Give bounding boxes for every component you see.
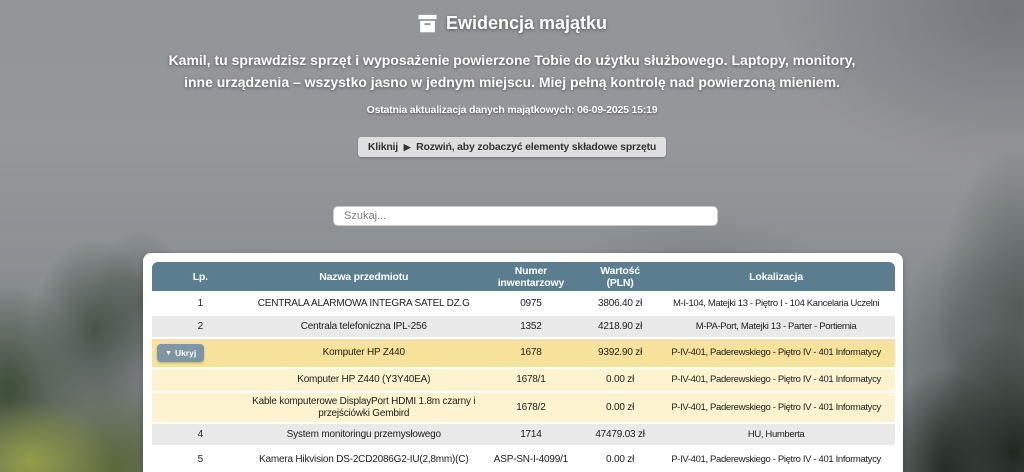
cell-lp: 4 <box>152 427 249 443</box>
page-title-text: Ewidencja majątku <box>446 13 607 34</box>
table-row: 1 CENTRALA ALARMOWA INTEGRA SATEL DZ.G 0… <box>152 293 895 316</box>
cell-value: 4218.90 zł <box>583 319 657 335</box>
cell-name: CENTRALA ALARMOWA INTEGRA SATEL DZ.G <box>249 296 479 312</box>
table-subrow: Kable komputerowe DisplayPort HDMI 1.8m … <box>152 393 895 424</box>
assets-table-card: Lp. Nazwa przedmiotu Numer inwentarzowy … <box>143 253 903 472</box>
intro-text: Kamil, tu sprawdzisz sprzęt i wyposażeni… <box>162 50 862 93</box>
table-row: 2 Centrala telefoniczna IPL-256 1352 421… <box>152 316 895 339</box>
cell-lp <box>152 378 249 382</box>
cell-location: P-IV-401, Paderewskiego - Piętro IV - 40… <box>657 400 895 416</box>
cell-location: P-IV-401, Paderewskiego - Piętro IV - 40… <box>657 345 895 361</box>
cell-location: M-PA-Port, Matejki 13 - Parter - Portier… <box>657 319 895 335</box>
cell-location: P-IV-401, Paderewskiego - Piętro IV - 40… <box>657 452 895 468</box>
table-row: 4 System monitoringu przemysłowego 1714 … <box>152 424 895 447</box>
triangle-down-icon: ▼ <box>165 350 172 357</box>
cell-inventory-number: 1678 <box>479 345 583 361</box>
table-row-expanded: ▼ Ukryj 3 Komputer HP Z440 1678 9392.90 … <box>152 339 895 369</box>
play-icon: ▶ <box>404 142 411 152</box>
cell-lp: 1 <box>152 296 249 312</box>
column-header-name: Nazwa przedmiotu <box>249 269 479 285</box>
hero-section: Ewidencja majątku Kamil, tu sprawdzisz s… <box>0 0 1024 157</box>
collapse-button-label: Ukryj <box>175 348 196 358</box>
cell-name: Komputer HP Z440 <box>249 345 479 361</box>
cell-lp: 2 <box>152 319 249 335</box>
column-header-location: Lokalizacja <box>657 269 895 285</box>
cell-value: 9392.90 zł <box>583 345 657 361</box>
cell-value: 0.00 zł <box>583 372 657 388</box>
cell-lp: ▼ Ukryj 3 <box>152 345 249 361</box>
cell-inventory-number: ASP-SN-I-4099/1 <box>479 452 583 468</box>
cell-name: Komputer HP Z440 (Y3Y40EA) <box>249 372 479 388</box>
cell-name: Kable komputerowe DisplayPort HDMI 1.8m … <box>249 394 479 422</box>
cell-name: Centrala telefoniczna IPL-256 <box>249 319 479 335</box>
cell-name: Kamera Hikvision DS-2CD2086G2-IU(2,8mm)(… <box>249 452 479 468</box>
page-title: Ewidencja majątku <box>0 13 1024 34</box>
cell-value: 0.00 zł <box>583 400 657 416</box>
cell-inventory-number: 1678/1 <box>479 372 583 388</box>
cell-inventory-number: 1352 <box>479 319 583 335</box>
cell-value: 3806.40 zł <box>583 296 657 312</box>
cell-location: P-IV-401, Paderewskiego - Piętro IV - 40… <box>657 372 895 388</box>
cell-value: 47479.03 zł <box>583 427 657 443</box>
last-update-text: Ostatnia aktualizacja danych majątkowych… <box>0 104 1024 116</box>
cell-inventory-number: 1714 <box>479 427 583 443</box>
hint-text: Rozwiń, aby zobaczyć elementy składowe s… <box>416 141 656 153</box>
cell-lp <box>152 406 249 410</box>
table-header-row: Lp. Nazwa przedmiotu Numer inwentarzowy … <box>152 262 895 293</box>
cell-location: M-I-104, Matejki 13 - Piętro I - 104 Kan… <box>657 296 895 312</box>
archive-box-icon <box>417 14 438 33</box>
cell-value: 0.00 zł <box>583 452 657 468</box>
cell-location: HU, Humberta <box>657 427 895 443</box>
collapse-row-button[interactable]: ▼ Ukryj <box>157 344 204 362</box>
cell-inventory-number: 0975 <box>479 296 583 312</box>
table-subrow: Komputer HP Z440 (Y3Y40EA) 1678/1 0.00 z… <box>152 369 895 393</box>
hint-prefix: Kliknij <box>368 141 398 153</box>
column-header-value: Wartość (PLN) <box>583 263 657 291</box>
table-row: 5 Kamera Hikvision DS-2CD2086G2-IU(2,8mm… <box>152 447 895 472</box>
cell-lp: 5 <box>152 452 249 468</box>
cell-inventory-number: 1678/2 <box>479 400 583 416</box>
cell-name: System monitoringu przemysłowego <box>249 427 479 443</box>
search-input[interactable] <box>333 206 718 226</box>
column-header-lp: Lp. <box>152 269 249 285</box>
column-header-inventory-number: Numer inwentarzowy <box>479 263 583 291</box>
expand-hint-badge: Kliknij ▶ Rozwiń, aby zobaczyć elementy … <box>358 137 666 157</box>
